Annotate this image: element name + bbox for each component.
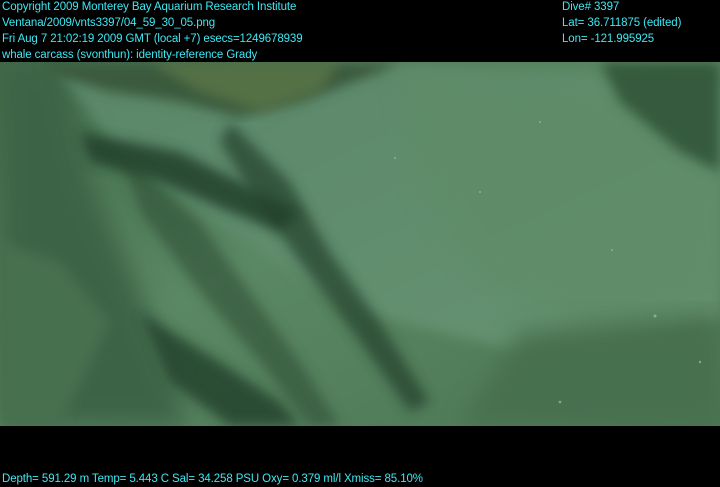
latitude: Lat= 36.711875 (edited) [562,17,682,29]
copyright-line: Copyright 2009 Monterey Bay Aquarium Res… [2,1,297,13]
sensor-readout: Depth= 591.29 m Temp= 5.443 C Sal= 34.25… [2,473,423,485]
header-left: Copyright 2009 Monterey Bay Aquarium Res… [2,0,303,63]
header-right: Dive# 3397 Lat= 36.711875 (edited) Lon= … [562,0,681,47]
timestamp-line: Fri Aug 7 21:02:19 2009 GMT (local +7) e… [2,33,303,45]
whale-carcass-image [0,62,720,426]
dive-number: Dive# 3397 [562,1,620,13]
annotation-line: whale carcass (svonthun): identity-refer… [2,49,258,61]
longitude: Lon= -121.995925 [562,33,655,45]
filename-line: Ventana/2009/vnts3397/04_59_30_05.png [2,17,216,29]
video-frame: Copyright 2009 Monterey Bay Aquarium Res… [0,0,720,486]
underwater-scene [0,62,720,426]
